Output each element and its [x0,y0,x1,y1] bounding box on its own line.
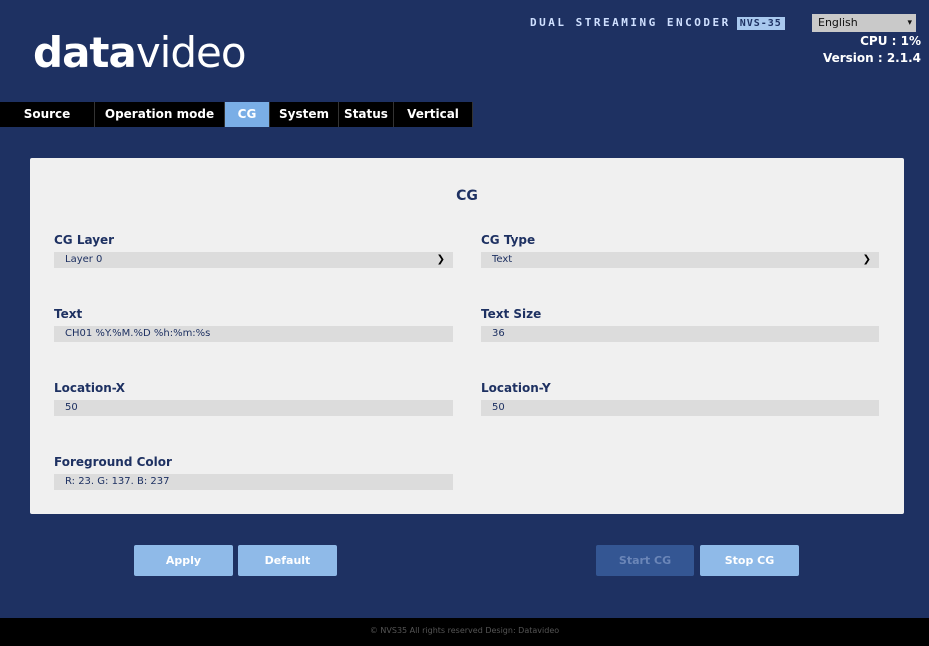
chevron-down-icon: ▾ [907,18,912,28]
location-x-input[interactable]: 50 [54,400,453,416]
start-cg-button[interactable]: Start CG [596,545,694,576]
location-x-label: Location-X [54,381,125,395]
cg-layer-select[interactable]: Layer 0 ❯ [54,252,453,268]
datavideo-logo: datavideo [33,28,247,77]
text-label: Text [54,307,83,321]
product-title: DUAL STREAMING ENCODER NVS-35 [530,16,785,30]
tab-source[interactable]: Source [0,102,95,127]
tab-status[interactable]: Status [339,102,394,127]
text-input[interactable]: CH01 %Y.%M.%D %h:%m:%s [54,326,453,342]
version-label: Version : 2.1.4 [822,51,921,65]
footer: © NVS35 All rights reserved Design: Data… [0,618,929,646]
cg-type-value: Text [492,254,513,265]
nav-filler [473,102,929,127]
chevron-down-icon: ❯ [436,254,445,265]
product-name: DUAL STREAMING ENCODER [530,16,731,29]
location-y-input[interactable]: 50 [481,400,879,416]
tab-vertical[interactable]: Vertical [394,102,473,127]
language-value: English [818,16,858,29]
cpu-usage: CPU : 1% [860,34,921,48]
location-y-label: Location-Y [481,381,551,395]
tab-operation-mode[interactable]: Operation mode [95,102,225,127]
apply-button[interactable]: Apply [134,545,233,576]
tab-cg[interactable]: CG [225,102,270,127]
foreground-color-input[interactable]: R: 23. G: 137. B: 237 [54,474,453,490]
cg-layer-label: CG Layer [54,233,115,247]
chevron-down-icon: ❯ [862,254,871,265]
panel-title: CG [456,188,478,204]
cg-panel: CG CG Layer Layer 0 ❯ CG Type Text ❯ Tex… [30,158,904,514]
foreground-color-label: Foreground Color [54,455,172,469]
stop-cg-button[interactable]: Stop CG [700,545,799,576]
model-badge: NVS-35 [736,17,785,30]
text-size-label: Text Size [481,307,542,321]
default-button[interactable]: Default [238,545,337,576]
cg-layer-value: Layer 0 [65,254,103,265]
text-size-input[interactable]: 36 [481,326,879,342]
header: datavideo DUAL STREAMING ENCODER NVS-35 E… [0,0,929,102]
language-select[interactable]: English ▾ [812,14,916,32]
cg-type-label: CG Type [481,233,536,247]
tab-system[interactable]: System [270,102,339,127]
cg-type-select[interactable]: Text ❯ [481,252,879,268]
